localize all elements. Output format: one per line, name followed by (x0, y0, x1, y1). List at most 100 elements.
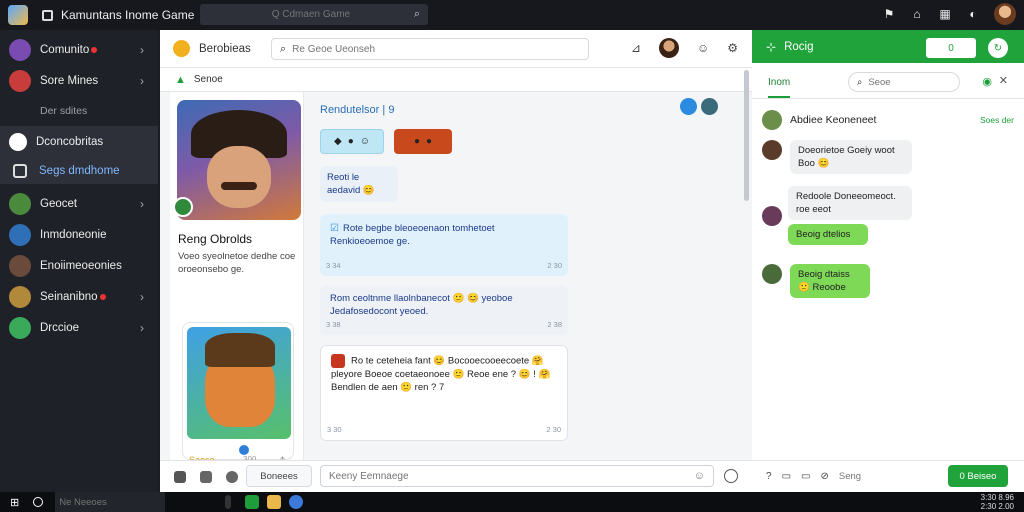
user-avatar[interactable] (994, 3, 1016, 25)
face-icon: ☺ (359, 136, 370, 147)
chat-search-input[interactable] (292, 43, 580, 55)
warning-icon (331, 354, 345, 368)
app-title: Kamuntans Inome Game (61, 8, 195, 22)
taskbar-search-input[interactable] (59, 496, 160, 508)
global-search-input[interactable] (208, 9, 414, 20)
message-bubble[interactable]: Beoig dtelios (788, 224, 868, 245)
thread-link[interactable]: Soes der (980, 115, 1014, 125)
file-icon[interactable]: ▭ (801, 471, 810, 482)
window-icon[interactable] (42, 9, 53, 21)
attach-icon[interactable] (174, 470, 186, 483)
avatar[interactable] (762, 140, 782, 160)
avatar[interactable] (762, 110, 782, 130)
chat-search[interactable]: ⌕ (271, 38, 589, 60)
message-text: Rom ceoltnme llaolnbanecot 🙂 😊 yeoboe Je… (330, 293, 513, 317)
sidebar-item-mines[interactable]: Sore Mines › (0, 65, 158, 96)
status-pill[interactable]: 0 (926, 38, 976, 58)
message-input[interactable] (329, 470, 694, 482)
file-icon[interactable]: ▭ (782, 471, 791, 482)
timestamp: 2 30 (546, 425, 561, 434)
title-bar: Kamuntans Inome Game ⌕ ⚑ ⌂ ▦ ◐ (0, 0, 1024, 30)
sidebar-item-geocet[interactable]: Geocet › (0, 188, 158, 219)
message-list: Rendutelsor | 9 ◆ ● ☺ ● ● Reoti le aedavid … (314, 92, 734, 462)
clock-icon[interactable] (226, 470, 238, 483)
card-artwork (187, 327, 291, 439)
grid-icon[interactable]: ▦ (938, 7, 952, 21)
mini-badge-icon (239, 445, 249, 455)
search-icon[interactable] (33, 497, 44, 507)
system-clock[interactable]: 3:30 8.96 2:30 2.00 (981, 493, 1014, 511)
sidebar-item-label: Sore Mines (40, 74, 99, 87)
composer-tab[interactable]: Boneees (246, 465, 312, 487)
sticker-pack-a[interactable]: ◆ ● ☺ (320, 129, 384, 154)
search-icon: ⌕ (280, 42, 287, 55)
sidebar-item-drccioe[interactable]: Drccioe › (0, 312, 158, 343)
help-icon[interactable]: ? (766, 471, 772, 482)
settings-icon[interactable]: ⚙ (727, 41, 738, 55)
sticker-pack-b[interactable]: ● ● (394, 129, 452, 154)
moon-icon[interactable]: ◐ (966, 7, 980, 21)
right-search-input[interactable] (868, 76, 939, 88)
message-bubble[interactable]: Rom ceoltnme llaolnbanecot 🙂 😊 yeoboe Je… (320, 285, 568, 335)
sidebar-item-inmdoneonie[interactable]: Inmdoneonie (0, 219, 158, 250)
windows-start-icon[interactable]: ⊞ (10, 496, 19, 509)
chat-header: Berobieas ⌕ ⊿ ☺ ⚙ (160, 30, 752, 68)
attach-icon[interactable]: ⊘ (820, 471, 828, 482)
window-icon (13, 163, 27, 178)
compass-icon (9, 132, 27, 151)
app-icon[interactable] (245, 495, 260, 509)
search-icon[interactable]: ⌕ (414, 8, 420, 21)
channel-name: Berobieas (199, 42, 251, 55)
refresh-icon[interactable]: ↻ (988, 38, 1008, 58)
timestamp: 3 30 (327, 425, 342, 434)
rocket-icon[interactable]: ⚑ (882, 7, 896, 21)
message-bubble[interactable]: Beoig dtaiss 🙂 Reoobe (790, 264, 870, 298)
sidebar-item-label: Inmdoneonie (40, 228, 107, 241)
green-check-icon[interactable]: ◉ (982, 75, 992, 88)
taskbar-search[interactable] (55, 492, 166, 512)
sidebar-item-comunito[interactable]: Comunito › (0, 34, 158, 65)
home-icon[interactable]: ⌂ (910, 7, 924, 21)
sidebar-subitem[interactable]: Segs dmdhome (0, 157, 158, 184)
image-icon[interactable] (200, 470, 212, 483)
avatar[interactable] (762, 206, 782, 226)
header-avatar[interactable] (658, 38, 679, 58)
message-bubble[interactable]: Ro te ceteheia fant 😊 Bocooecooeecoete 🤗… (320, 345, 568, 441)
user-icon[interactable]: ☺ (697, 41, 709, 55)
character-card[interactable]: Saose 300 ⤴ (182, 322, 294, 468)
sidebar-item-label: Dconcobritas (36, 135, 104, 148)
hero-artwork[interactable] (177, 100, 301, 220)
sidebar-item-active[interactable]: Dconcobritas (0, 126, 158, 157)
close-icon[interactable]: ✕ (999, 74, 1008, 87)
right-panel-header: ⊹ Rocig 0 ↻ (752, 30, 1024, 63)
mines-icon (9, 69, 31, 92)
message-bubble[interactable]: ☑ Rote begbe bleoeoenaon tomhetoet Renkio… (320, 214, 568, 276)
message-bubble[interactable]: Doeorietoe Goeiy woot Boo 😊 (790, 140, 912, 174)
sidebar-item-seinanibno[interactable]: Seinanibno › (0, 281, 158, 312)
global-search[interactable]: ⌕ (200, 4, 428, 25)
community-icon (9, 38, 31, 61)
avatar[interactable] (701, 98, 718, 115)
message-bubble[interactable]: Redoole Doneeomeoct. roe eeot (788, 186, 912, 220)
emoji-icon[interactable]: ☺ (694, 470, 705, 482)
top-icons: ⚑ ⌂ ▦ ◐ (882, 3, 1016, 25)
sidebar-item-enoiimeoeonies[interactable]: Enoiimeoeonies (0, 250, 158, 281)
avatar[interactable] (762, 264, 782, 284)
folder-icon[interactable] (267, 495, 282, 509)
scrollbar[interactable] (744, 70, 749, 201)
message-input-box[interactable]: ☺ (320, 465, 714, 487)
sticker-row: ◆ ● ☺ ● ● (320, 129, 452, 154)
megaphone-icon[interactable]: ⊿ (631, 41, 641, 55)
profile-panel: Reng Obrolds Voeo syeolnetoe dedhe coe o… (170, 92, 304, 468)
app-logo-icon (8, 5, 28, 25)
taskbar: ⊞ 3:30 8.96 2:30 2.00 (0, 492, 1024, 512)
chat-main: Berobieas ⌕ ⊿ ☺ ⚙ ▲ Senoe Reng Obrolds V… (160, 30, 752, 492)
right-search[interactable]: ⌕ (848, 72, 960, 92)
message-bubble[interactable]: Reoti le aedavid 😊 (320, 166, 398, 202)
browser-icon[interactable] (289, 495, 304, 509)
send-button[interactable]: 0 Beiseo (948, 465, 1008, 487)
tab-inom[interactable]: Inom (768, 77, 791, 98)
send-icon[interactable] (724, 469, 738, 483)
chevron-right-icon: › (140, 42, 144, 57)
message-text: Ro te ceteheia fant 😊 Bocooecooeecoete 🤗… (331, 355, 551, 393)
